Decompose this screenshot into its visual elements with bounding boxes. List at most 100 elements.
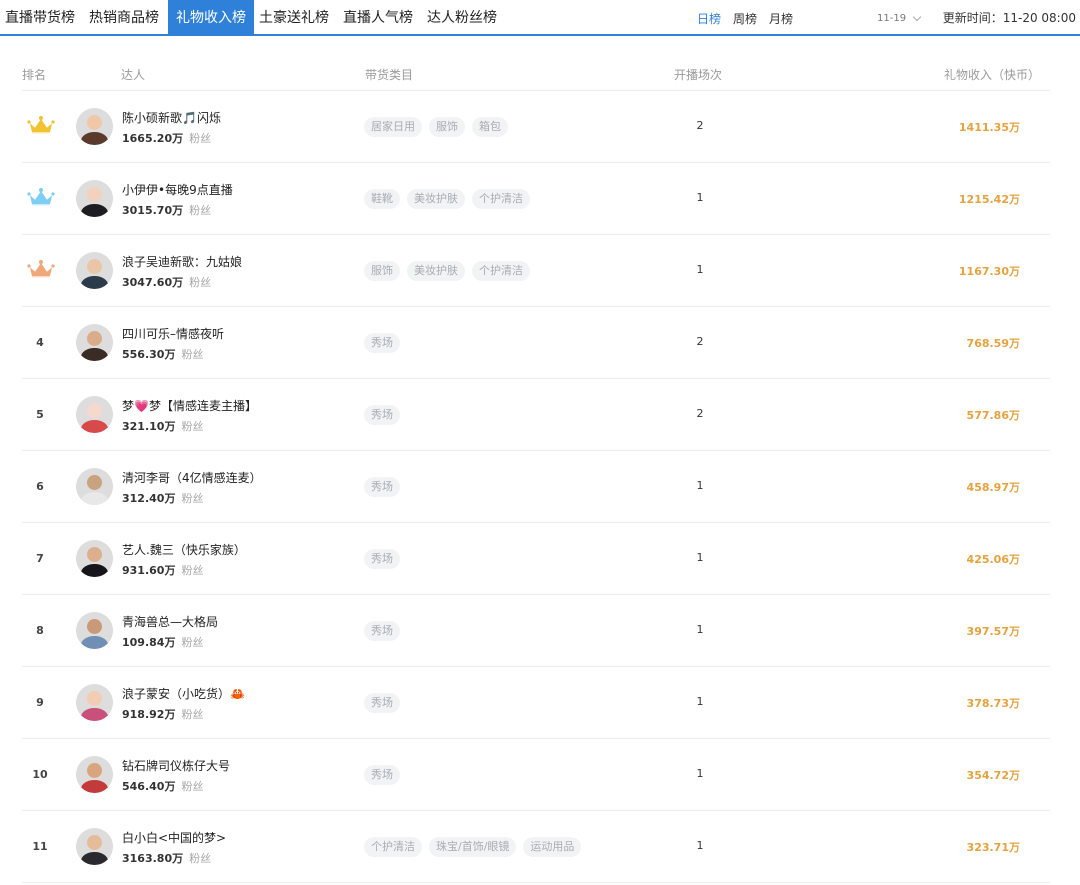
category-tag: 服饰 bbox=[429, 117, 465, 137]
table-row[interactable]: 陈小硕新歌🎵闪烁 1665.20万 粉丝 居家日用 服饰 箱包 2 1411.35万 bbox=[22, 91, 1050, 163]
gift-income: 458.97万 bbox=[966, 481, 1020, 494]
session-count: 1 bbox=[696, 839, 704, 852]
category-tags: 秀场 bbox=[364, 333, 400, 353]
category-tag: 秀场 bbox=[364, 477, 400, 497]
session-count: 2 bbox=[696, 119, 704, 132]
category-tags: 个护清洁 珠宝/首饰/眼镜 运动用品 bbox=[364, 837, 582, 857]
streamer-name[interactable]: 陈小硕新歌🎵闪烁 bbox=[122, 109, 221, 126]
avatar[interactable] bbox=[76, 252, 113, 289]
gift-income: 1411.35万 bbox=[958, 121, 1020, 134]
period-switch: 日榜 周榜 月榜 bbox=[697, 0, 793, 36]
category-tags: 秀场 bbox=[364, 765, 400, 785]
streamer-name[interactable]: 浪子吴迪新歌：九姑娘 bbox=[122, 253, 242, 270]
category-tags: 居家日用 服饰 箱包 bbox=[364, 117, 508, 137]
fan-count: 109.84万 粉丝 bbox=[122, 634, 203, 650]
gift-income: 1167.30万 bbox=[958, 265, 1020, 278]
table-row[interactable]: 9 浪子蒙安（小吃货）🦀 918.92万 粉丝 秀场 1 378.73万 bbox=[22, 667, 1050, 739]
tab-1[interactable]: 热销商品榜 bbox=[84, 0, 168, 36]
category-tag: 箱包 bbox=[472, 117, 508, 137]
streamer-name[interactable]: 钻石牌司仪栋仔大号 bbox=[122, 757, 230, 774]
category-tag: 居家日用 bbox=[364, 117, 422, 137]
category-tags: 秀场 bbox=[364, 405, 400, 425]
tab-3[interactable]: 土豪送礼榜 bbox=[254, 0, 338, 36]
streamer-name[interactable]: 清河李哥（4亿情感连麦） bbox=[122, 469, 262, 486]
avatar[interactable] bbox=[76, 540, 113, 577]
fan-count-value: 3163.80万 bbox=[122, 852, 184, 865]
gift-income-ranking-table: 排名 达人 带货类目 开播场次 礼物收入（快币） 陈小硕新歌🎵闪烁 1665.20… bbox=[22, 56, 1050, 883]
date-select[interactable]: 11-19 bbox=[877, 0, 922, 36]
avatar[interactable] bbox=[76, 828, 113, 865]
fan-count: 931.60万 粉丝 bbox=[122, 562, 203, 578]
fan-count: 3047.60万 粉丝 bbox=[122, 274, 211, 290]
avatar[interactable] bbox=[76, 468, 113, 505]
fan-count: 546.40万 粉丝 bbox=[122, 778, 203, 794]
avatar[interactable] bbox=[76, 396, 113, 433]
avatar[interactable] bbox=[76, 612, 113, 649]
fan-count-value: 1665.20万 bbox=[122, 132, 184, 145]
tab-2[interactable]: 礼物收入榜 bbox=[168, 0, 254, 36]
gift-income: 577.86万 bbox=[966, 409, 1020, 422]
table-row[interactable]: 11 白小白<中国的梦> 3163.80万 粉丝 个护清洁 珠宝/首饰/眼镜 运动用品 1 32… bbox=[22, 811, 1050, 883]
col-rank: 排名 bbox=[22, 68, 47, 82]
streamer-name[interactable]: 艺人.魏三（快乐家族） bbox=[122, 541, 246, 558]
rank-number: 9 bbox=[36, 696, 44, 709]
table-row[interactable]: 10 钻石牌司仪栋仔大号 546.40万 粉丝 秀场 1 354.72万 bbox=[22, 739, 1050, 811]
table-row[interactable]: 小伊伊•每晚9点直播 3015.70万 粉丝 鞋靴 美妆护肤 个护清洁 1 1215.42万 bbox=[22, 163, 1050, 235]
fan-count-label: 粉丝 bbox=[181, 492, 204, 505]
fan-count-label: 粉丝 bbox=[189, 276, 212, 289]
rank-number: 5 bbox=[36, 408, 44, 421]
streamer-name[interactable]: 浪子蒙安（小吃货）🦀 bbox=[122, 685, 245, 702]
fan-count-value: 321.10万 bbox=[122, 420, 176, 433]
period-tab-0[interactable]: 日榜 bbox=[697, 10, 721, 27]
period-tab-2[interactable]: 月榜 bbox=[769, 10, 793, 27]
category-tag: 秀场 bbox=[364, 405, 400, 425]
avatar[interactable] bbox=[76, 684, 113, 721]
streamer-name[interactable]: 四川可乐–情感夜听 bbox=[122, 325, 224, 342]
fan-count-label: 粉丝 bbox=[189, 204, 212, 217]
table-header: 排名 达人 带货类目 开播场次 礼物收入（快币） bbox=[22, 56, 1050, 91]
table-row[interactable]: 浪子吴迪新歌：九姑娘 3047.60万 粉丝 服饰 美妆护肤 个护清洁 1 1167.30万 bbox=[22, 235, 1050, 307]
avatar[interactable] bbox=[76, 756, 113, 793]
avatar[interactable] bbox=[76, 108, 113, 145]
avatar[interactable] bbox=[76, 324, 113, 361]
category-tag: 个护清洁 bbox=[364, 837, 422, 857]
fan-count-value: 556.30万 bbox=[122, 348, 176, 361]
session-count: 1 bbox=[696, 767, 704, 780]
table-row[interactable]: 4 四川可乐–情感夜听 556.30万 粉丝 秀场 2 768.59万 bbox=[22, 307, 1050, 379]
gift-income: 378.73万 bbox=[966, 697, 1020, 710]
category-tag: 运动用品 bbox=[523, 837, 582, 857]
streamer-name[interactable]: 小伊伊•每晚9点直播 bbox=[122, 181, 233, 198]
chevron-down-icon bbox=[912, 12, 922, 21]
fan-count-label: 粉丝 bbox=[181, 708, 204, 721]
fan-count: 3163.80万 粉丝 bbox=[122, 850, 211, 866]
table-row[interactable]: 8 青海兽总—大格局 109.84万 粉丝 秀场 1 397.57万 bbox=[22, 595, 1050, 667]
fan-count-value: 918.92万 bbox=[122, 708, 176, 721]
streamer-name[interactable]: 青海兽总—大格局 bbox=[122, 613, 218, 630]
session-count: 1 bbox=[696, 191, 704, 204]
table-row[interactable]: 7 艺人.魏三（快乐家族） 931.60万 粉丝 秀场 1 425.06万 bbox=[22, 523, 1050, 595]
rank-number: 11 bbox=[32, 840, 48, 853]
avatar[interactable] bbox=[76, 180, 113, 217]
streamer-name[interactable]: 白小白<中国的梦> bbox=[122, 829, 226, 846]
category-tags: 秀场 bbox=[364, 549, 400, 569]
category-tags: 秀场 bbox=[364, 477, 400, 497]
col-categories: 带货类目 bbox=[365, 68, 414, 82]
ranking-tabs: 直播带货榜 热销商品榜 礼物收入榜 土豪送礼榜 直播人气榜 达人粉丝榜 bbox=[0, 0, 506, 36]
table-row[interactable]: 5 梦💗梦【情感连麦主播】 321.10万 粉丝 秀场 2 577.86万 bbox=[22, 379, 1050, 451]
tab-5[interactable]: 达人粉丝榜 bbox=[422, 0, 506, 36]
session-count: 2 bbox=[696, 335, 704, 348]
fan-count-label: 粉丝 bbox=[189, 852, 212, 865]
rank-number: 8 bbox=[36, 624, 44, 637]
table-row[interactable]: 6 清河李哥（4亿情感连麦） 312.40万 粉丝 秀场 1 458.97万 bbox=[22, 451, 1050, 523]
fan-count: 556.30万 粉丝 bbox=[122, 346, 203, 362]
fan-count: 3015.70万 粉丝 bbox=[122, 202, 211, 218]
fan-count-label: 粉丝 bbox=[181, 348, 204, 361]
streamer-name[interactable]: 梦💗梦【情感连麦主播】 bbox=[122, 397, 257, 414]
col-income: 礼物收入（快币） bbox=[943, 68, 1040, 82]
update-time: 更新时间：11-20 08:00 bbox=[942, 11, 1076, 25]
period-tab-1[interactable]: 周榜 bbox=[733, 10, 757, 27]
tab-4[interactable]: 直播人气榜 bbox=[338, 0, 422, 36]
tab-0[interactable]: 直播带货榜 bbox=[0, 0, 84, 36]
bronze-crown-icon bbox=[26, 259, 56, 281]
fan-count-value: 3047.60万 bbox=[122, 276, 184, 289]
